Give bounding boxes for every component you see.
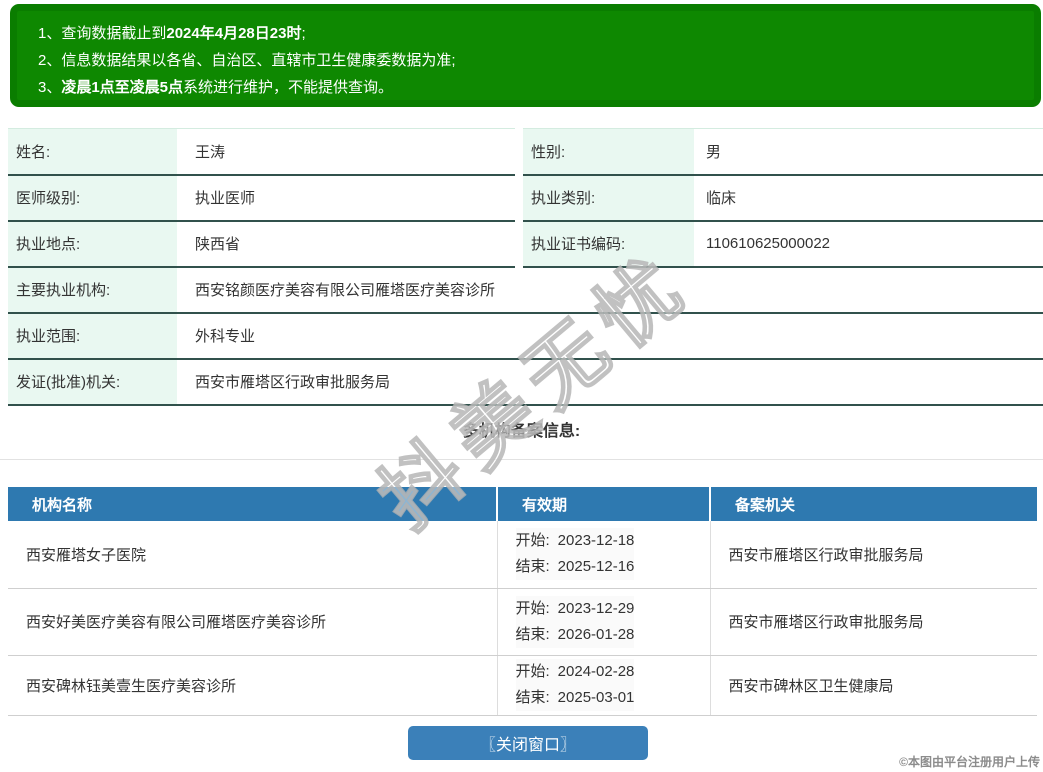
records-header-row: 机构名称 有效期 备案机关 [8,487,1037,521]
end-date-label: 结束: [515,558,550,576]
multi-institution-section-title: 多机构备案信息: [0,408,1043,460]
table-row: 发证(批准)机关: 西安市雁塔区行政审批服务局 [0,358,1043,406]
table-row: 执业范围: 外科专业 [0,312,1043,360]
field-label-gender: 性别: [515,128,694,176]
table-row: 主要执业机构: 西安铭颜医疗美容有限公司雁塔医疗美容诊所 [0,266,1043,314]
field-value-gender: 男 [694,128,1043,176]
notice-line-1: 1、查询数据截止到2024年4月28日23时; [38,25,306,42]
end-date-label: 结束: [515,689,550,706]
field-label-issuing-authority: 发证(批准)机关: [0,358,177,406]
table-row: 医师级别: 执业医师 执业类别: 临床 [0,174,1043,222]
field-value-doctor-level: 执业医师 [177,174,519,222]
start-date-value: 2023-12-29 [557,599,635,617]
end-date-value: 2026-01-28 [557,625,635,643]
start-date-label: 开始: [515,532,550,550]
table-row: 西安雁塔女子医院 开始: 2023-12-18 结束: 2025-12-16 西安市… [8,521,1037,589]
record-institution-name: 西安雁塔女子医院 [8,521,497,589]
record-validity: 开始: 2023-12-18 结束: 2025-12-16 [496,521,710,589]
field-label-main-institution: 主要执业机构: [0,266,177,314]
table-row: 姓名: 王涛 性别: 男 [0,128,1043,176]
field-label-practice-category: 执业类别: [515,174,694,222]
notice-line-3: 3、凌晨1点至凌晨5点系统进行维护，不能提供查询。 [38,79,394,96]
record-authority: 西安市雁塔区行政审批服务局 [709,521,1037,589]
close-window-button[interactable]: 〖关闭窗口〗 [408,726,648,760]
column-header-institution: 机构名称 [8,487,497,521]
table-row: 执业地点: 陕西省 执业证书编码: 110610625000022 [0,220,1043,268]
field-label-name: 姓名: [0,128,177,176]
record-authority: 西安市雁塔区行政审批服务局 [709,588,1037,656]
practitioner-info-table: 姓名: 王涛 性别: 男 医师级别: 执业医师 执业类别: 临床 执业地点: 陕… [0,128,1043,406]
end-date-value: 2025-12-16 [557,558,635,576]
field-value-name: 王涛 [177,128,519,176]
field-label-practice-location: 执业地点: [0,220,177,268]
multi-institution-records-table: 机构名称 有效期 备案机关 西安雁塔女子医院 开始: 2023-12-18 结束:… [8,487,1037,716]
field-value-main-institution: 西安铭颜医疗美容有限公司雁塔医疗美容诊所 [177,266,1043,314]
table-row: 西安好美医疗美容有限公司雁塔医疗美容诊所 开始: 2023-12-29 结束: 20… [8,588,1037,656]
field-value-certificate-no: 110610625000022 [694,220,1043,268]
field-value-issuing-authority: 西安市雁塔区行政审批服务局 [177,358,1043,406]
end-date-label: 结束: [515,625,550,643]
start-date-value: 2023-12-18 [557,532,635,550]
record-institution-name: 西安碑林钰美壹生医疗美容诊所 [8,655,497,716]
record-authority: 西安市碑林区卫生健康局 [709,655,1037,716]
field-label-doctor-level: 医师级别: [0,174,177,222]
field-label-practice-scope: 执业范围: [0,312,177,360]
field-value-practice-scope: 外科专业 [177,312,1043,360]
record-institution-name: 西安好美医疗美容有限公司雁塔医疗美容诊所 [8,588,497,656]
record-validity: 开始: 2024-02-28 结束: 2025-03-01 [496,655,710,716]
column-header-authority: 备案机关 [709,487,1037,521]
field-label-certificate-no: 执业证书编码: [515,220,694,268]
notice-box: 1、查询数据截止到2024年4月28日23时; 2、信息数据结果以各省、自治区、… [10,4,1041,107]
record-validity: 开始: 2023-12-29 结束: 2026-01-28 [496,588,710,656]
start-date-label: 开始: [515,663,550,680]
notice-line-2: 2、信息数据结果以各省、自治区、直辖市卫生健康委数据为准; [38,52,456,69]
column-header-validity: 有效期 [496,487,710,521]
field-value-practice-location: 陕西省 [177,220,519,268]
end-date-value: 2025-03-01 [557,689,635,706]
field-value-practice-category: 临床 [694,174,1043,222]
start-date-label: 开始: [515,599,550,617]
table-row: 西安碑林钰美壹生医疗美容诊所 开始: 2024-02-28 结束: 2025-03-… [8,655,1037,716]
copyright-note: ©本图由平台注册用户上传 [899,755,1040,769]
start-date-value: 2024-02-28 [557,663,635,680]
